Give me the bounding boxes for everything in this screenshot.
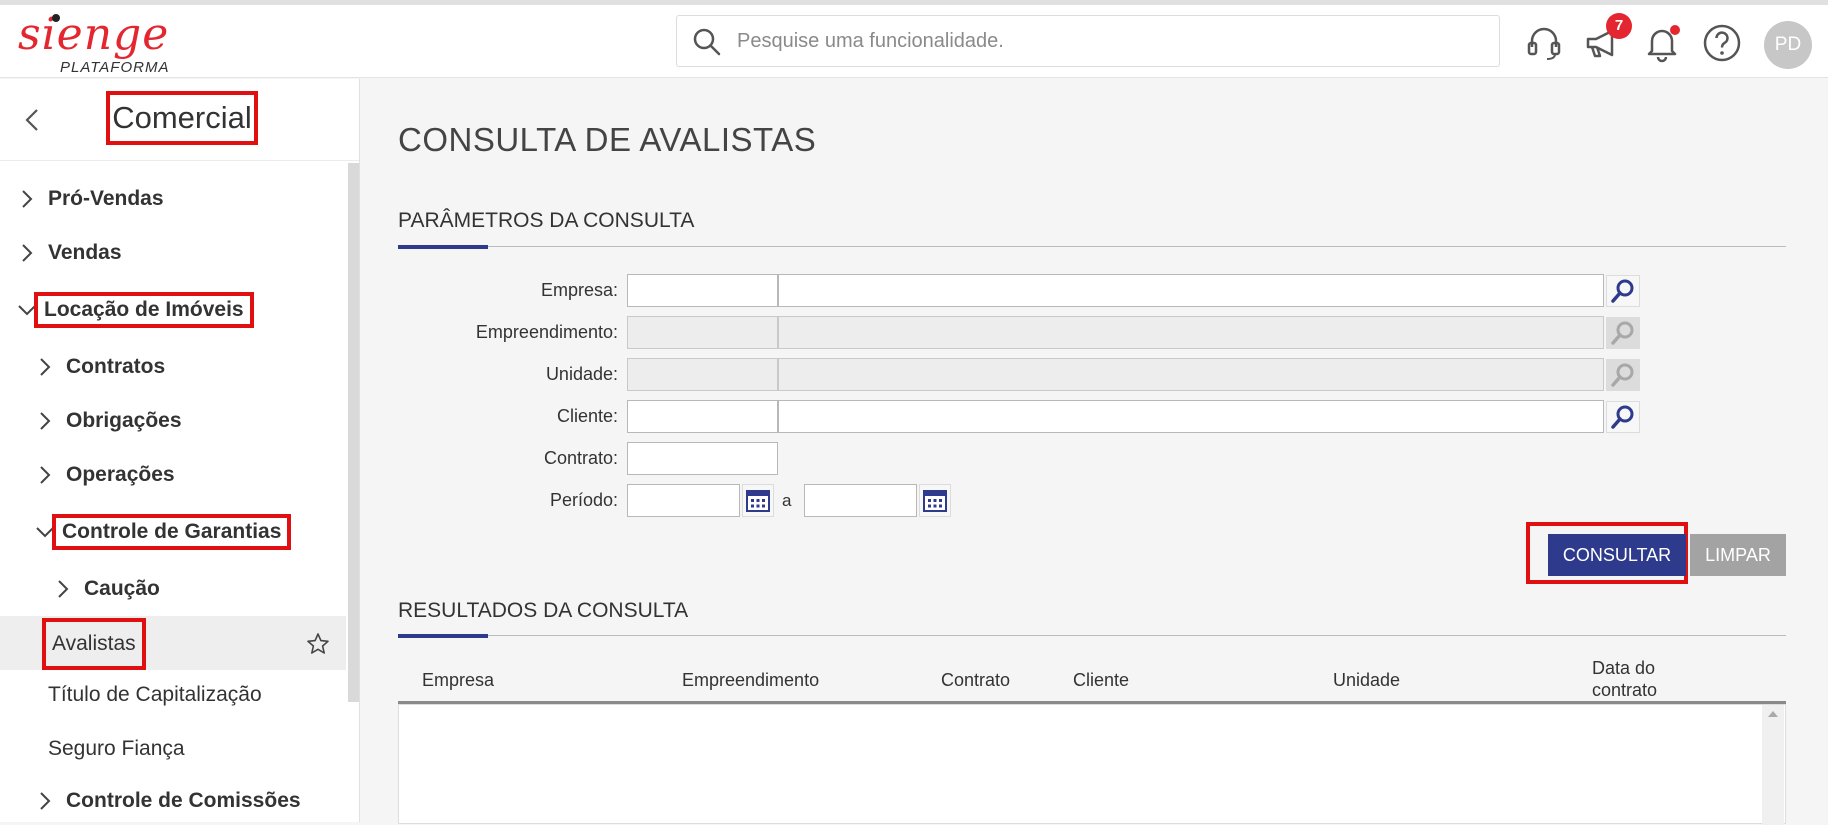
star-icon[interactable] bbox=[306, 632, 330, 656]
cliente-label: Cliente: bbox=[556, 406, 618, 426]
calendar-icon bbox=[923, 490, 947, 512]
magnifier-icon bbox=[1611, 321, 1634, 345]
sidebar-item-vendas[interactable]: Vendas bbox=[20, 233, 122, 273]
periodo-end-calendar-button[interactable] bbox=[919, 484, 951, 517]
logo-subtitle: PLATAFORMA bbox=[60, 59, 170, 76]
unidade-code-field[interactable] bbox=[627, 358, 778, 391]
sidebar-scrollbar[interactable] bbox=[348, 163, 359, 702]
magnifier-icon bbox=[1611, 279, 1634, 303]
notification-dot bbox=[1670, 25, 1680, 35]
top-header: sienge PLATAFORMA 7 PD bbox=[0, 5, 1828, 78]
chevron-right-icon bbox=[58, 580, 69, 598]
sidebar-item-label: Avalistas bbox=[42, 618, 146, 670]
search-input[interactable] bbox=[737, 16, 1477, 66]
cliente-lookup-button[interactable] bbox=[1606, 401, 1640, 433]
periodo-start-calendar-button[interactable] bbox=[742, 484, 774, 517]
cliente-name-field[interactable] bbox=[778, 400, 1604, 433]
empreendimento-lookup-button[interactable] bbox=[1606, 317, 1640, 349]
chevron-left-icon[interactable] bbox=[22, 107, 44, 133]
column-header-empresa[interactable]: Empresa bbox=[422, 669, 494, 691]
params-section-title: PARÂMETROS DA CONSULTA bbox=[398, 209, 695, 232]
unidade-lookup-button[interactable] bbox=[1606, 359, 1640, 391]
chevron-right-icon bbox=[22, 244, 33, 262]
sidebar-item-label: Controle de Comissões bbox=[66, 789, 301, 812]
table-scrollbar[interactable] bbox=[1762, 705, 1784, 825]
sidebar-item-seguro-fianca[interactable]: Seguro Fiança bbox=[48, 729, 185, 769]
cliente-code-field[interactable] bbox=[627, 400, 778, 433]
calendar-icon bbox=[746, 490, 770, 512]
empresa-name-field[interactable] bbox=[778, 274, 1604, 307]
periodo-separator: a bbox=[782, 491, 792, 510]
sidebar-item-label: Locação de Imóveis bbox=[34, 292, 254, 328]
periodo-label: Período: bbox=[549, 490, 618, 510]
sidebar-item-caucao[interactable]: Caução bbox=[56, 569, 160, 609]
scroll-up-icon[interactable] bbox=[1762, 705, 1784, 723]
sidebar-item-obrigacoes[interactable]: Obrigações bbox=[38, 401, 182, 441]
headset-icon[interactable] bbox=[1524, 23, 1564, 63]
logo-dot bbox=[52, 14, 60, 22]
params-divider bbox=[398, 246, 1786, 247]
unidade-label: Unidade: bbox=[545, 364, 618, 384]
sidebar-header: Comercial bbox=[0, 79, 359, 161]
chevron-right-icon bbox=[40, 466, 51, 484]
help-icon[interactable] bbox=[1702, 23, 1742, 63]
limpar-button[interactable]: LIMPAR bbox=[1690, 534, 1786, 576]
results-divider bbox=[398, 635, 1786, 636]
magnifier-icon bbox=[1611, 405, 1634, 429]
sidebar-item-label: Obrigações bbox=[66, 409, 182, 432]
logo-text: sienge bbox=[18, 9, 170, 60]
announcements-badge: 7 bbox=[1606, 13, 1632, 39]
empreendimento-name-field[interactable] bbox=[778, 316, 1604, 349]
user-avatar[interactable]: PD bbox=[1764, 21, 1812, 69]
periodo-end-field[interactable] bbox=[804, 484, 917, 517]
page-title: CONSULTA DE AVALISTAS bbox=[398, 121, 817, 158]
unidade-name-field[interactable] bbox=[778, 358, 1604, 391]
sidebar-item-controle-de-garantias[interactable]: Controle de Garantias bbox=[34, 512, 292, 552]
empresa-code-field[interactable] bbox=[627, 274, 778, 307]
sidebar-item-controle-de-comissoes[interactable]: Controle de Comissões bbox=[38, 781, 301, 821]
global-search bbox=[676, 15, 1500, 67]
sidebar-item-locacao-de-imoveis[interactable]: Locação de Imóveis bbox=[16, 290, 254, 330]
magnifier-icon bbox=[1611, 363, 1634, 387]
chevron-right-icon bbox=[40, 792, 51, 810]
sidebar-item-label: Controle de Garantias bbox=[52, 514, 292, 550]
sidebar-item-label: Pró-Vendas bbox=[48, 187, 164, 210]
results-section-title: RESULTADOS DA CONSULTA bbox=[398, 599, 689, 622]
sidebar-item-label: Contratos bbox=[66, 355, 166, 378]
sidebar-item-label: Operações bbox=[66, 463, 175, 486]
search-icon bbox=[693, 28, 721, 56]
chevron-right-icon bbox=[40, 358, 51, 376]
chevron-right-icon bbox=[22, 190, 33, 208]
sidebar-item-label: Seguro Fiança bbox=[48, 737, 185, 760]
sidebar-item-pro-vendas[interactable]: Pró-Vendas bbox=[20, 179, 164, 219]
contrato-label: Contrato: bbox=[543, 448, 618, 468]
sidebar-item-operacoes[interactable]: Operações bbox=[38, 455, 175, 495]
sidebar: Comercial Pró-Vendas Vendas Locação de I… bbox=[0, 79, 360, 822]
column-header-data-do-contrato[interactable]: Data do contrato bbox=[1592, 657, 1702, 701]
periodo-start-field[interactable] bbox=[627, 484, 740, 517]
consultar-button[interactable]: CONSULTAR bbox=[1548, 534, 1686, 576]
sidebar-item-label: Caução bbox=[84, 577, 160, 600]
sidebar-item-avalistas-label[interactable]: Avalistas bbox=[42, 616, 146, 672]
empreendimento-code-field[interactable] bbox=[627, 316, 778, 349]
sidebar-title: Comercial bbox=[106, 91, 258, 145]
params-accent bbox=[398, 245, 488, 249]
column-header-empreendimento[interactable]: Empreendimento bbox=[682, 669, 819, 691]
sidebar-item-contratos[interactable]: Contratos bbox=[38, 347, 165, 387]
sidebar-item-label: Título de Capitalização bbox=[48, 683, 262, 706]
results-table-body bbox=[398, 704, 1786, 825]
column-header-cliente[interactable]: Cliente bbox=[1073, 669, 1129, 691]
column-header-unidade[interactable]: Unidade bbox=[1333, 669, 1400, 691]
empreendimento-label: Empreendimento: bbox=[475, 322, 618, 342]
chevron-right-icon bbox=[40, 412, 51, 430]
contrato-field[interactable] bbox=[627, 442, 778, 475]
results-accent bbox=[398, 634, 488, 638]
empresa-label: Empresa: bbox=[540, 280, 618, 300]
sienge-logo[interactable]: sienge PLATAFORMA bbox=[18, 9, 178, 77]
sidebar-item-label: Vendas bbox=[48, 241, 122, 264]
empresa-lookup-button[interactable] bbox=[1606, 275, 1640, 307]
column-header-contrato[interactable]: Contrato bbox=[941, 669, 1010, 691]
sidebar-item-titulo-de-capitalizacao[interactable]: Título de Capitalização bbox=[48, 675, 262, 715]
